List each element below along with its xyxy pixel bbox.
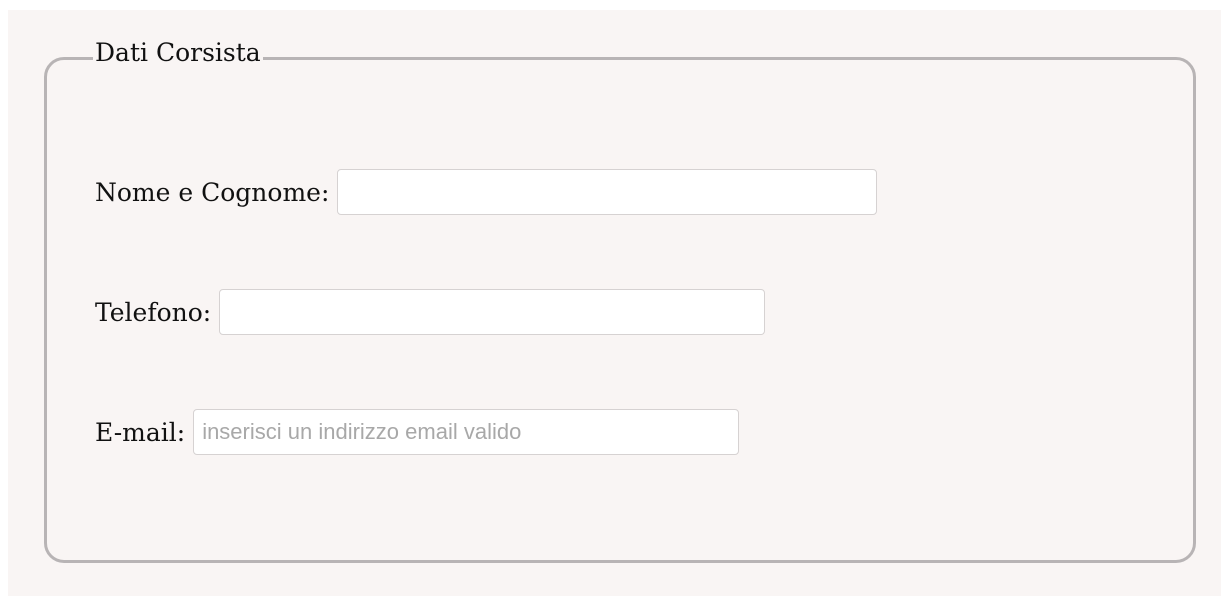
email-label: E-mail: [95, 417, 186, 447]
page-background: Dati Corsista Nome e Cognome: Telefono: … [8, 10, 1221, 596]
fieldset-legend: Dati Corsista [93, 36, 263, 70]
name-label: Nome e Cognome: [95, 177, 330, 207]
phone-input[interactable] [219, 289, 766, 335]
name-row: Nome e Cognome: [95, 169, 878, 215]
trainee-data-fieldset: Dati Corsista Nome e Cognome: Telefono: … [44, 36, 1196, 563]
email-input[interactable] [193, 409, 740, 455]
name-input[interactable] [337, 169, 878, 215]
phone-label: Telefono: [95, 297, 212, 327]
email-row: E-mail: [95, 409, 740, 455]
phone-row: Telefono: [95, 289, 766, 335]
